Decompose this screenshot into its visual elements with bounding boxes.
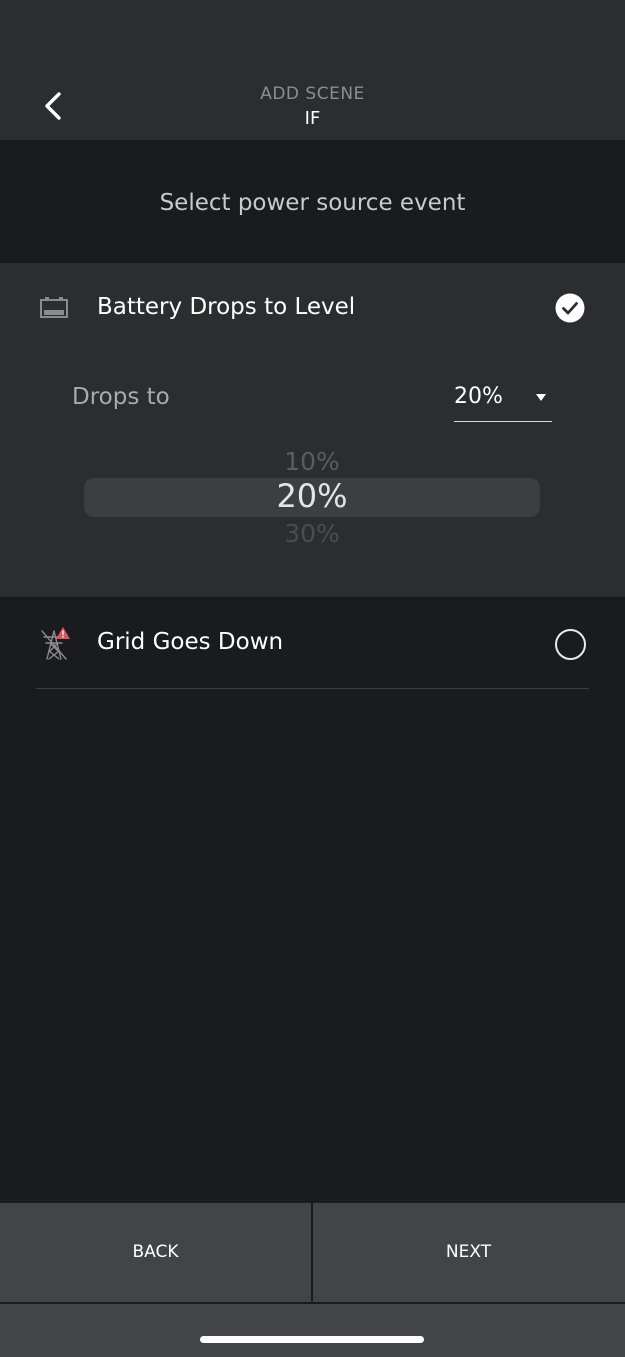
grid-down-icon	[41, 627, 70, 660]
option-battery-drops[interactable]: Battery Drops to Level Drops to 20% 10% …	[0, 263, 625, 597]
bottom-strip	[0, 1302, 625, 1357]
divider	[36, 688, 589, 689]
battery-icon	[40, 297, 68, 318]
prompt-section: Select power source event	[0, 140, 625, 263]
header-subtitle: ADD SCENE	[260, 84, 365, 104]
radio-unselected[interactable]	[555, 629, 586, 660]
back-button[interactable]: BACK	[0, 1203, 311, 1302]
bottom-button-bar: BACK NEXT	[0, 1203, 625, 1302]
caret-down-icon	[536, 394, 546, 401]
home-indicator[interactable]	[200, 1336, 424, 1343]
next-button[interactable]: NEXT	[313, 1203, 624, 1302]
picker-option-next[interactable]: 30%	[84, 519, 540, 548]
header: ADD SCENE IF	[0, 0, 625, 140]
level-dropdown-value: 20%	[454, 384, 503, 409]
option-grid-goes-down[interactable]: Grid Goes Down	[0, 597, 625, 689]
level-picker[interactable]: 10% 20% 30%	[84, 443, 540, 553]
prompt-text: Select power source event	[159, 190, 466, 216]
header-title: IF	[304, 108, 321, 129]
checkmark-circle-icon[interactable]	[555, 293, 585, 323]
option-label-battery: Battery Drops to Level	[97, 294, 356, 320]
picker-option-prev[interactable]: 10%	[84, 447, 540, 476]
option-label-grid: Grid Goes Down	[97, 629, 284, 655]
level-dropdown[interactable]: 20%	[454, 381, 552, 422]
picker-option-current[interactable]: 20%	[84, 477, 540, 515]
drops-to-label: Drops to	[72, 384, 170, 410]
screen: ADD SCENE IF Select power source event B…	[0, 0, 625, 1357]
